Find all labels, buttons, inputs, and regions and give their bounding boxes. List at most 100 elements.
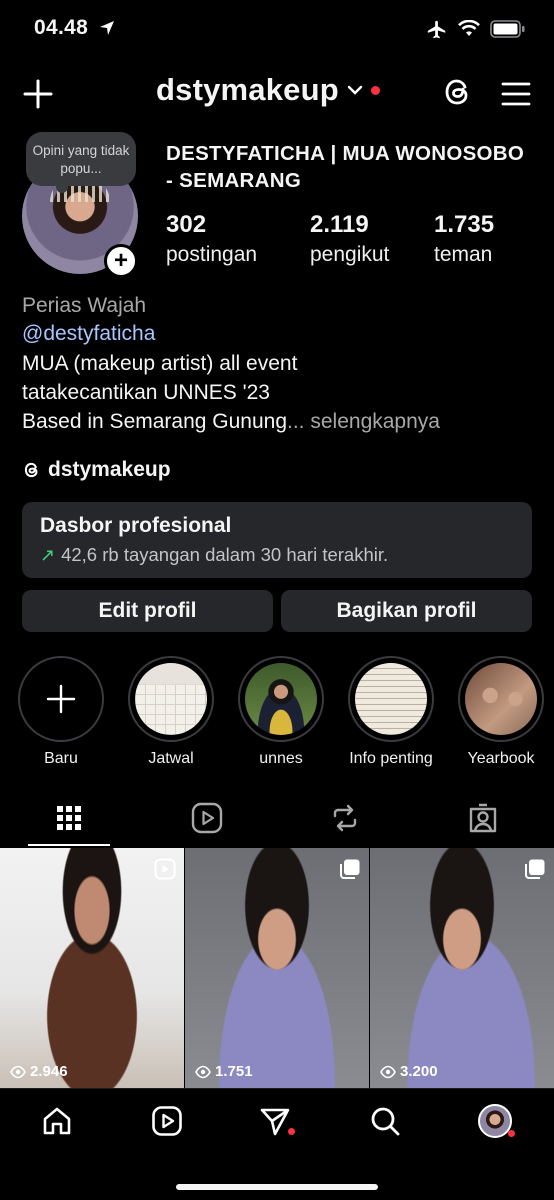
full-name: DESTYFATICHA | MUA WONOSOBO - SEMARANG [166,142,525,192]
post-thumbnail[interactable]: 2.946 [0,848,184,1088]
stat-value: 1.735 [434,211,495,238]
highlight-cover [245,663,317,735]
reposts-icon [333,804,357,832]
chevron-down-icon [347,85,363,95]
bio-line-last: Based in Semarang Gunung... selengkapnya [22,410,440,434]
add-story-button[interactable]: + [104,244,138,278]
dashboard-views: 42,6 rb tayangan dalam 30 hari terakhir. [61,544,389,565]
stat-value: 2.119 [310,211,369,238]
post-views: 3.200 [380,1063,438,1080]
messages-notification-dot [288,1128,295,1135]
bio-line: MUA (makeup artist) all event [22,352,298,375]
home-icon [43,1107,71,1135]
bio-line: tatakecantikan UNNES '23 [22,381,270,404]
highlight-info-penting[interactable]: Info penting [346,656,436,768]
trend-up-icon: ↗ [40,544,56,565]
highlight-circle [458,656,544,742]
views-count: 3.200 [400,1063,438,1080]
post-views: 1.751 [195,1063,253,1080]
account-switcher[interactable]: dstymakeup [156,72,380,108]
highlight-cover [355,663,427,735]
wifi-icon [458,20,480,36]
battery-icon [490,20,525,38]
stat-label: pengikut [310,243,390,266]
create-plus-icon[interactable] [20,76,56,112]
carousel-badge-icon [340,859,360,879]
highlight-label: unnes [259,750,303,767]
stat-value: 302 [166,211,207,238]
highlight-cover [135,663,207,735]
nav-profile-avatar[interactable] [478,1104,512,1138]
post-views: 2.946 [10,1063,68,1080]
highlight-label: Yearbook [467,750,535,767]
plus-icon: + [113,247,128,274]
notification-dot [370,85,380,95]
reel-badge-icon [154,858,176,880]
highlight-circle [238,656,324,742]
highlight-label: Info penting [349,750,433,767]
share-profile-button[interactable]: Bagikan profil [281,590,532,632]
tab-reposts[interactable] [327,800,363,836]
views-count: 1.751 [215,1063,253,1080]
threads-icon[interactable] [440,74,476,110]
views-count: 2.946 [30,1063,68,1080]
stat-label: postingan [166,243,258,266]
highlight-circle [128,656,214,742]
threads-handle: dstymakeup [48,458,171,481]
highlight-unnes[interactable]: unnes [236,656,326,768]
professional-dashboard[interactable]: Dasbor profesional ↗ 42,6 rb tayangan da… [22,502,532,578]
highlight-circle [348,656,434,742]
highlight-label: Jatwal [148,750,194,767]
profile-category: Perias Wajah [22,294,147,317]
tab-grid[interactable] [51,800,87,836]
reels-icon [191,802,223,834]
dashboard-title: Dasbor profesional [40,514,232,537]
location-arrow-icon [100,21,114,35]
nav-home[interactable] [40,1104,74,1138]
post-thumbnail[interactable]: 1.751 [185,848,369,1088]
username: dstymakeup [156,72,339,107]
tagged-icon [469,803,497,833]
note-bubble[interactable]: Opini yang tidak popu... [26,132,136,193]
play-count-icon [380,1065,396,1078]
tab-reels[interactable] [189,800,225,836]
nav-reels[interactable] [150,1104,184,1138]
carousel-badge-icon [525,859,545,879]
highlight-circle [18,656,104,742]
highlight-yearbook[interactable]: Yearbook [456,656,546,768]
menu-icon[interactable] [500,78,532,110]
post-thumbnail[interactable]: 3.200 [370,848,554,1088]
note-text: Opini yang tidak popu... [32,143,130,176]
bio-ellipsis: ... [287,410,305,433]
see-more-link[interactable]: selengkapnya [310,410,440,433]
dashboard-subtitle: ↗ 42,6 rb tayangan dalam 30 hari terakhi… [40,544,388,566]
grid-icon [57,806,81,830]
highlight-cover [465,663,537,735]
messages-icon [260,1108,290,1136]
bio-line: Based in Semarang Gunung [22,410,288,433]
profile-notification-dot [508,1130,515,1137]
play-count-icon [10,1065,26,1078]
nav-messages[interactable] [258,1104,292,1138]
search-icon [371,1107,400,1136]
stat-followers[interactable]: 2.119 pengikut [310,210,389,270]
stat-label: teman [434,243,493,266]
status-time: 04.48 [34,16,89,39]
nav-search[interactable] [368,1104,402,1138]
highlight-jatwal[interactable]: Jatwal [126,656,216,768]
home-indicator [176,1184,378,1190]
stat-following[interactable]: 1.735 teman [434,210,494,270]
highlight-new[interactable]: Baru [16,656,106,768]
active-tab-indicator [28,844,110,846]
threads-icon [24,462,38,478]
plus-icon [46,684,76,714]
play-count-icon [195,1065,211,1078]
reels-icon [152,1106,182,1136]
bio-mention-link[interactable]: @destyfaticha [22,322,155,346]
stat-posts[interactable]: 302 postingan [166,210,257,270]
highlight-label: Baru [44,750,78,767]
tab-tagged[interactable] [465,800,501,836]
airplane-icon [427,20,446,39]
threads-profile-link[interactable]: dstymakeup [22,458,171,482]
edit-profile-button[interactable]: Edit profil [22,590,273,632]
